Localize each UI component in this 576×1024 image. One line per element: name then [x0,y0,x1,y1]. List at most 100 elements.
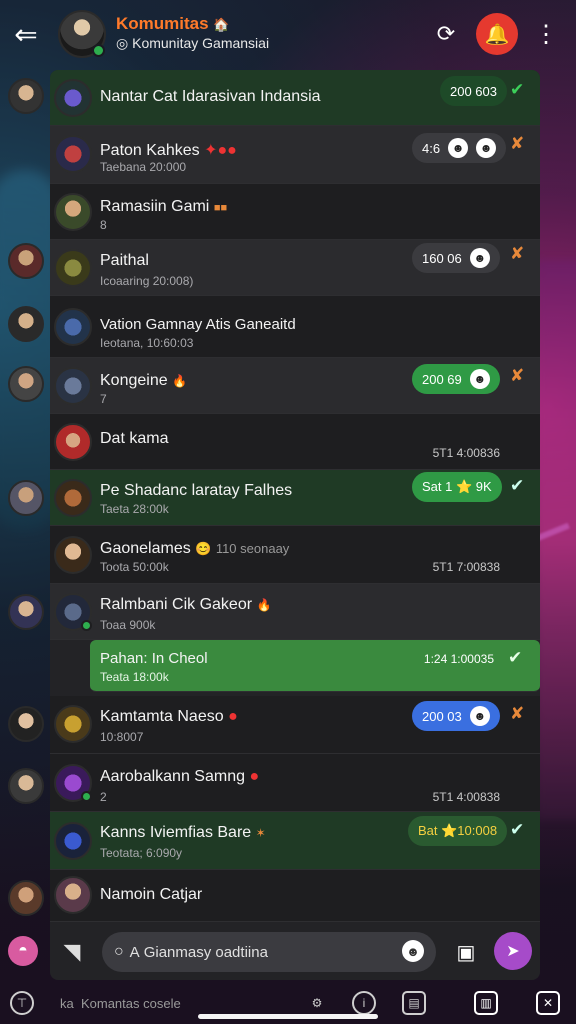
chat-row[interactable]: Aarobalkann Samng ● 2 5T1 4:00838 [50,754,540,812]
read-check-icon: ✔ [508,648,523,667]
chat-badge: Sat 1 ⭐ 9K [412,472,502,502]
chat-preview: Ieotana, 10:60:03 [100,336,194,350]
chat-emoji: 🔥 [172,374,188,388]
chat-avatar [54,79,92,117]
chat-badge-text: Bat ⭐10:008 [418,823,498,838]
chat-row[interactable]: Dat kama 5T1 4:00836 [50,414,540,470]
chat-row[interactable]: Kamtamta Naeso ● 10:8007 200 03 ☻ ✘ [50,696,540,754]
chat-avatar [54,308,92,346]
chat-row[interactable]: Nantar Cat Idarasivan Indansia 200 603 ✔ [50,70,540,126]
more-icon[interactable]: ⋮ [528,16,564,52]
chat-row[interactable]: Ralmbani Cik Gakeor 🔥 Toaa 900k [50,584,540,640]
bell-icon[interactable]: 🔔 [476,13,518,55]
chat-preview: Icoaaring 20:008) [100,274,194,288]
chat-timestamp: 5T1 7:00838 [432,560,500,574]
chat-preview: 2 [100,790,107,804]
side-avatar[interactable] [8,880,44,916]
chat-name: Aarobalkann Samng ● [100,768,259,786]
chat-preview: Teata 18:00k [100,670,169,684]
send-icon[interactable]: ➤ [494,932,532,970]
game-icon: ✕ [536,991,560,1015]
chat-row[interactable]: Kongeine 🔥 7 200 69 ☻ ✘ [50,358,540,414]
side-avatar[interactable] [8,366,44,402]
chat-badge: 160 06 ☻ [412,243,500,273]
chat-emoji: 🔥 [256,598,272,612]
chat-row[interactable]: Paithal Icoaaring 20:008) 160 06 ☻ ✘ [50,240,540,296]
sync-icon[interactable]: ⟳ [428,16,464,52]
search-input[interactable]: ○ A Gianmasy oadtiina ☻ [102,932,436,972]
chat-row[interactable]: Gaonelames 😊 110 seonaay Toota 50:00k 5T… [50,526,540,584]
read-check-icon: ✔ [510,80,525,99]
chat-badge-text: 200 603 [450,83,497,99]
side-avatar[interactable] [8,594,44,630]
chat-name-text: Ramasiin Gami [100,198,210,215]
side-avatar[interactable] [8,480,44,516]
chat-badge: 200 603 [440,76,507,106]
nav-back[interactable]: ⊤ [10,988,34,1018]
chat-row-highlighted[interactable]: Pahan: In Cheol Teata 18:00k 1:24 1:0003… [90,640,540,692]
side-avatar[interactable] [8,768,44,804]
chat-name: Nantar Cat Idarasivan Indansia [100,88,321,105]
app-header: ⇐ Komumitas 🏠 ◎ Komunitay Gamansiai ⟳ 🔔 … [0,0,576,68]
mute-icon: ✘ [510,366,525,385]
mute-icon: ✘ [510,134,525,153]
chat-emoji: ■■ [213,202,228,214]
mute-icon: ✘ [510,244,525,263]
back-arrow-icon[interactable]: ⇐ [10,18,42,50]
chat-avatar [54,536,92,574]
chat-row[interactable]: Paton Kahkes ✦●● Taebana 20:000 4:6 ☻ ☻ ✘ [50,126,540,184]
nav-games[interactable]: ✕ [536,988,560,1018]
chat-avatar [54,367,92,405]
chat-badge-text: 200 03 [422,708,462,724]
chat-extra: 110 seonaay [215,541,290,556]
attach-icon[interactable]: ◥ [56,936,88,968]
chat-timestamp: 5T1 4:00838 [432,790,500,804]
chat-row[interactable]: Ramasiin Gami ■■ 8 [50,184,540,240]
emoji-icon: ☻ [476,138,497,158]
emoji-icon: ☻ [448,138,469,158]
chat-row[interactable]: Namoin Catjar [50,870,540,922]
chat-timestamp: 5T1 4:00836 [432,446,500,460]
chat-badge: 200 69 ☻ [412,364,500,394]
side-avatar[interactable] [8,306,44,342]
chat-badge-text: 200 69 [422,371,462,387]
input-placeholder: Gianmasy oadtiina [143,943,268,961]
chat-preview: 7 [100,392,107,406]
community-icon[interactable]: ◓ [8,936,38,966]
chat-name: Paithal [100,252,149,269]
chat-row[interactable]: Vation Gamnay Atis Ganeaitd Ieotana, 10:… [50,296,540,358]
chat-name: Kanns Iviemfias Bare ✶ [100,824,266,842]
online-dot [81,791,92,802]
side-avatar[interactable] [8,706,44,742]
chat-row[interactable]: Kanns Iviemfias Bare ✶ Teotata; 6:090y B… [50,812,540,870]
chat-badge: Bat ⭐10:008 [408,816,508,846]
chat-avatar [54,593,92,631]
nav-gallery[interactable]: ▤ [402,988,426,1018]
input-prefix: A [129,943,140,961]
chat-badge-text: 160 06 [422,250,462,266]
chat-name: Vation Gamnay Atis Ganeaitd [100,316,296,333]
chat-name-text: Gaonelames [100,540,191,557]
side-avatar[interactable] [8,78,44,114]
home-icon: 🏠 [213,17,230,32]
nav-store[interactable]: ▥ [474,988,498,1018]
chat-name: Pahan: In Cheol [100,650,208,667]
chat-avatar [54,249,92,287]
community-avatar[interactable] [58,10,106,58]
chat-badge-text: 4:6 [422,140,441,156]
chat-name: Ramasiin Gami ■■ [100,198,227,216]
emoji-icon[interactable]: ☻ [402,940,424,962]
side-avatar[interactable] [8,243,44,279]
chat-timestamp: 1:24 1:00035 [423,652,494,666]
chat-preview: 10:8007 [100,730,144,744]
chat-avatar [54,764,92,802]
chat-emoji: 😊 [195,541,212,556]
mute-icon: ✘ [510,704,525,723]
read-check-icon: ✔ [510,476,525,495]
chat-list: Nantar Cat Idarasivan Indansia 200 603 ✔… [50,70,540,980]
gallery-icon: ▤ [402,991,426,1015]
chat-avatar [54,822,92,860]
chat-preview: Toota 50:00k [100,560,169,574]
chat-row[interactable]: Pe Shadanc laratay Falhes Taeta 28:00k S… [50,470,540,526]
camera-icon[interactable]: ▣ [450,936,482,968]
